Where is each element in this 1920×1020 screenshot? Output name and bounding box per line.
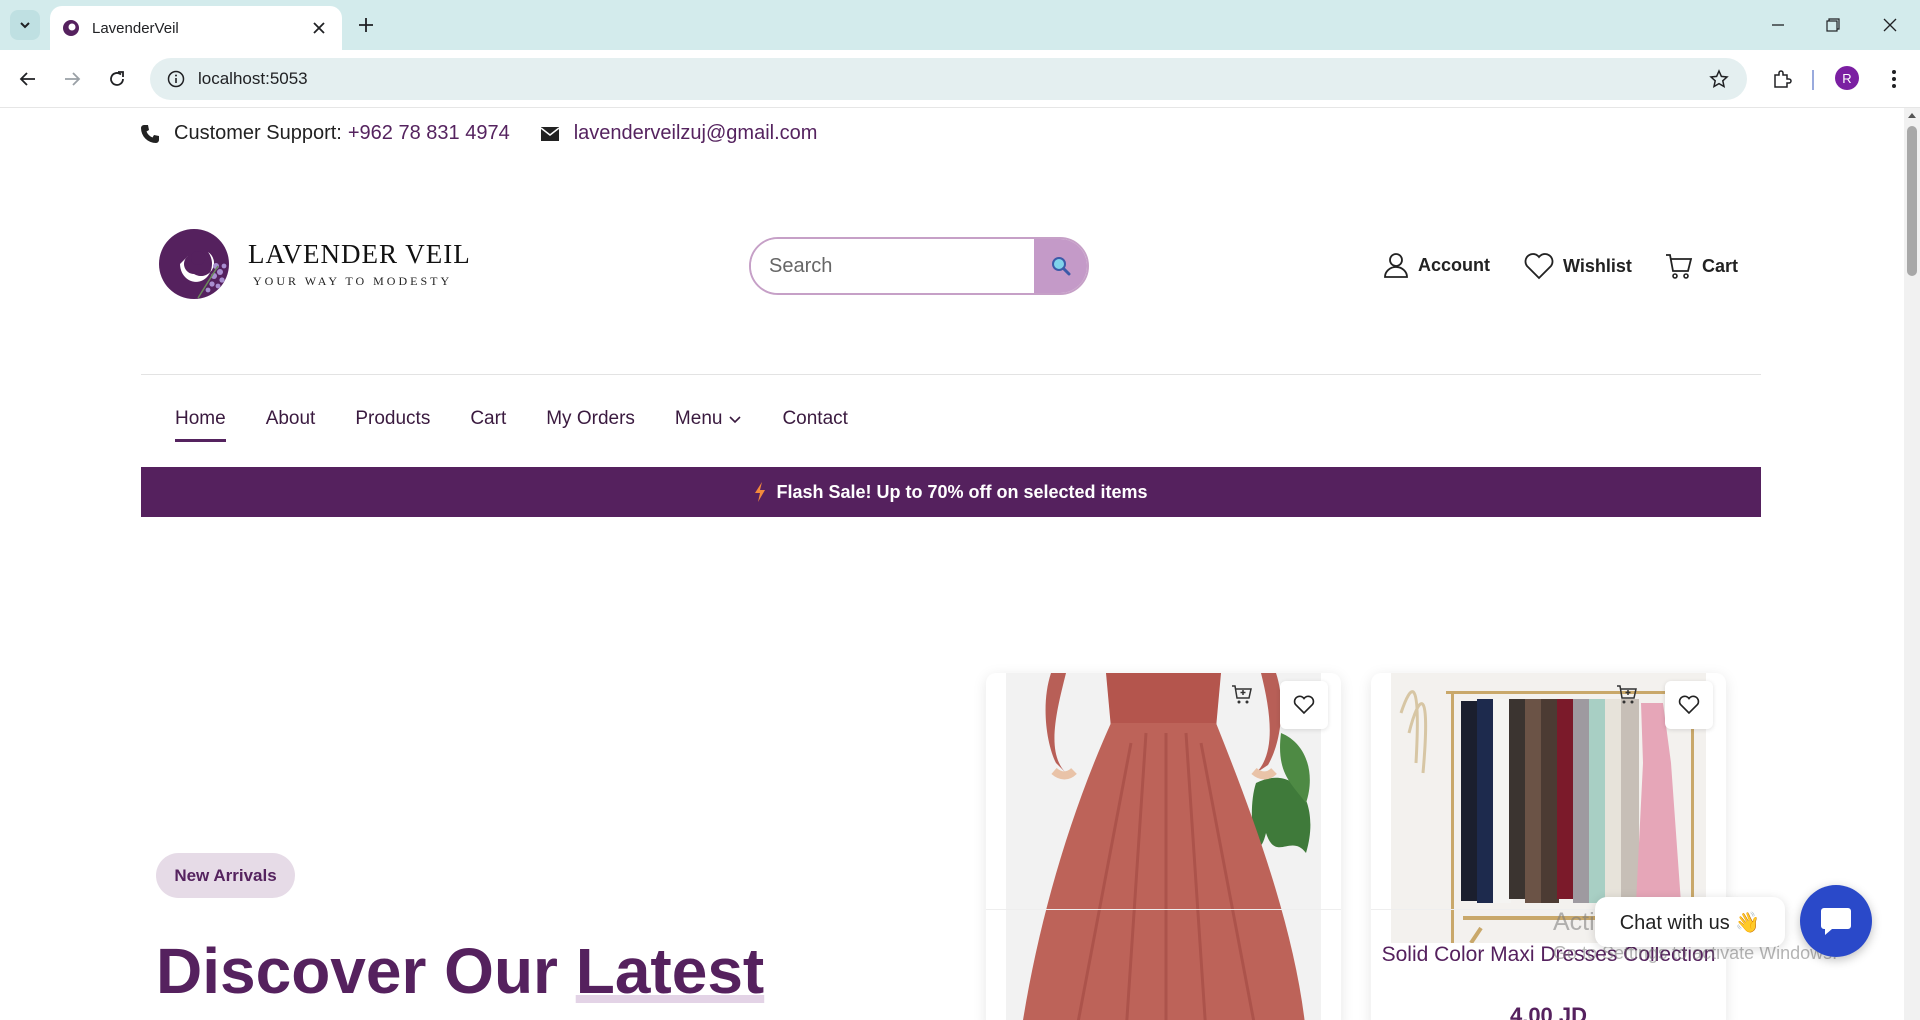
chat-button[interactable] xyxy=(1800,885,1872,957)
account-link[interactable]: Account xyxy=(1382,251,1490,279)
browser-menu-icon[interactable] xyxy=(1880,63,1908,95)
minimize-window-icon[interactable] xyxy=(1758,10,1798,40)
add-to-wishlist-heart-icon[interactable] xyxy=(1665,681,1713,729)
wishlist-label: Wishlist xyxy=(1563,255,1632,276)
support-email-link[interactable]: lavenderveilzuj@gmail.com xyxy=(574,122,818,145)
page-viewport: Customer Support: +962 78 831 4974 laven… xyxy=(0,108,1920,1020)
extensions-puzzle-icon[interactable] xyxy=(1766,63,1798,95)
cart-label: Cart xyxy=(1702,255,1739,276)
lavender-logo-icon xyxy=(159,229,229,299)
contact-strip: Customer Support: +962 78 831 4974 laven… xyxy=(140,122,817,145)
nav-item-home[interactable]: Home xyxy=(175,408,226,442)
nav-item-menu[interactable]: Menu xyxy=(675,408,743,439)
account-label: Account xyxy=(1418,254,1490,275)
support-phone-link[interactable]: +962 78 831 4974 xyxy=(348,122,510,145)
header-divider xyxy=(141,374,1761,375)
nav-item-contact[interactable]: Contact xyxy=(782,408,847,439)
chat-with-us-label[interactable]: Chat with us 👋 xyxy=(1595,897,1785,947)
nav-menu-label: Menu xyxy=(674,408,723,429)
nav-item-about[interactable]: About xyxy=(266,408,316,439)
page-scrollbar[interactable] xyxy=(1904,108,1920,1020)
site-info-icon[interactable] xyxy=(164,67,188,91)
logo-tagline: YOUR WAY TO MODESTY xyxy=(253,274,453,288)
reload-icon[interactable] xyxy=(101,63,133,95)
close-tab-icon[interactable] xyxy=(308,17,330,39)
toolbar-separator xyxy=(1812,70,1814,90)
cart-link[interactable]: Cart xyxy=(1664,251,1738,281)
hero-title-part2: Latest xyxy=(575,935,765,1007)
forward-arrow-icon[interactable] xyxy=(56,63,88,95)
browser-toolbar: localhost:5053 xyxy=(0,50,1920,108)
address-bar[interactable]: localhost:5053 xyxy=(150,58,1747,100)
product-image[interactable] xyxy=(1006,673,1321,1020)
hero-title: Discover Our Latest xyxy=(156,934,764,1008)
nav-item-products[interactable]: Products xyxy=(355,408,430,439)
tab-search-chevron-icon[interactable] xyxy=(10,10,40,40)
phone-icon xyxy=(140,124,160,144)
add-to-wishlist-heart-icon[interactable] xyxy=(1280,681,1328,729)
card-divider xyxy=(986,909,1341,910)
browser-tab[interactable]: LavenderVeil xyxy=(50,6,342,50)
support-label: Customer Support: xyxy=(174,122,342,144)
logo-name: LAVENDER VEIL xyxy=(248,239,471,269)
wishlist-link[interactable]: Wishlist xyxy=(1523,251,1632,281)
product-card[interactable]: Solid Color Maxi Dresses Collection 4.00… xyxy=(1371,673,1726,1020)
heart-icon xyxy=(1524,253,1554,280)
envelope-icon xyxy=(540,126,560,142)
new-arrivals-badge: New Arrivals xyxy=(156,853,295,898)
url-text[interactable]: localhost:5053 xyxy=(198,69,1705,89)
tab-title: LavenderVeil xyxy=(92,19,179,37)
scrollbar-thumb[interactable] xyxy=(1907,126,1917,276)
new-tab-plus-icon[interactable] xyxy=(352,11,380,39)
search-button[interactable] xyxy=(1034,239,1087,293)
close-window-icon[interactable] xyxy=(1870,10,1910,40)
scroll-up-arrow-icon[interactable] xyxy=(1907,110,1917,120)
chevron-down-icon xyxy=(728,414,742,424)
add-to-cart-icon[interactable] xyxy=(1229,681,1255,707)
hero-title-part1: Discover Our xyxy=(156,935,576,1007)
search-icon xyxy=(1051,257,1070,276)
nav-item-my-orders[interactable]: My Orders xyxy=(546,408,635,439)
search-bar xyxy=(749,237,1089,295)
restore-window-icon[interactable] xyxy=(1813,10,1853,40)
chat-bubble-icon xyxy=(1821,908,1851,935)
bookmark-star-icon[interactable] xyxy=(1705,65,1733,93)
user-icon xyxy=(1384,253,1408,278)
site-logo[interactable]: LAVENDER VEIL YOUR WAY TO MODESTY xyxy=(158,226,471,302)
lavender-favicon-icon xyxy=(62,19,80,37)
profile-avatar[interactable]: R xyxy=(1835,66,1859,90)
product-card[interactable] xyxy=(986,673,1341,1020)
cart-icon xyxy=(1666,254,1693,279)
search-input[interactable] xyxy=(751,239,1034,293)
flash-sale-banner[interactable]: Flash Sale! Up to 70% off on selected it… xyxy=(141,467,1761,517)
add-to-cart-icon[interactable] xyxy=(1614,681,1640,707)
main-nav: Home About Products Cart My Orders Menu … xyxy=(175,408,888,442)
back-arrow-icon[interactable] xyxy=(12,63,44,95)
nav-item-cart[interactable]: Cart xyxy=(470,408,506,439)
flash-sale-text: Flash Sale! Up to 70% off on selected it… xyxy=(776,481,1148,502)
product-price: 4.00 JD xyxy=(1509,1003,1588,1020)
logo-text: LAVENDER VEIL YOUR WAY TO MODESTY xyxy=(248,239,471,289)
browser-tab-bar: LavenderVeil xyxy=(0,0,1920,50)
lightning-bolt-icon xyxy=(754,482,766,502)
